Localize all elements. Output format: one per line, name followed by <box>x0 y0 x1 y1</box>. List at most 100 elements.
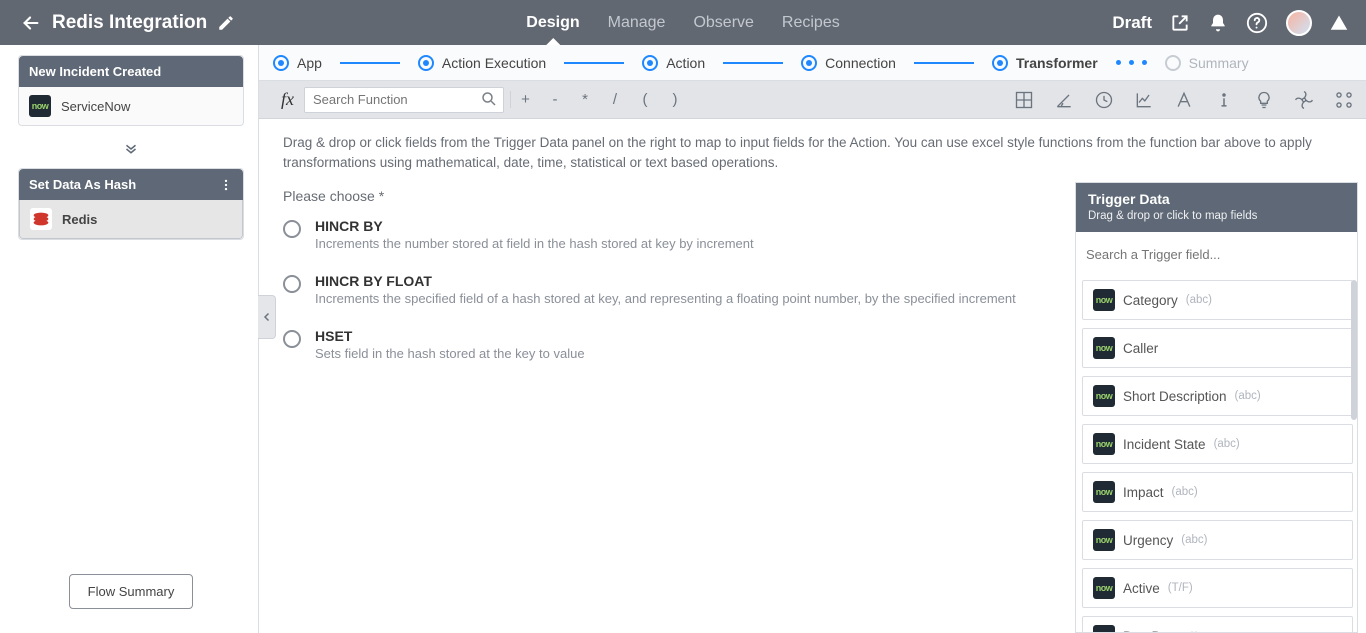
flow-card-title-trigger: New Incident Created <box>29 64 161 79</box>
flow-card-item-redis[interactable]: Redis <box>19 200 243 239</box>
trigger-field-impact[interactable]: now Impact (abc) <box>1082 472 1353 512</box>
flow-title: Redis Integration <box>52 12 207 34</box>
text-font-icon[interactable] <box>1174 90 1194 110</box>
trigger-search-input[interactable] <box>1086 240 1347 268</box>
servicenow-badge-icon: now <box>29 95 51 117</box>
step-connector <box>340 62 400 64</box>
trigger-field-caller[interactable]: now Caller <box>1082 328 1353 368</box>
function-category-icons <box>1014 90 1354 110</box>
option-title: HINCR BY FLOAT <box>315 273 1016 289</box>
help-icon[interactable] <box>1246 12 1268 34</box>
fx-icon: fx <box>271 89 304 110</box>
arrow-left-icon <box>20 12 42 34</box>
option-desc: Increments the specified field of a hash… <box>315 291 1016 306</box>
top-nav-tabs: Design Manage Observe Recipes <box>526 0 839 45</box>
trigger-field-list[interactable]: now Category (abc) now Caller now Short … <box>1076 276 1357 632</box>
flow-card-trigger[interactable]: New Incident Created now ServiceNow <box>18 55 244 126</box>
trigger-field-incident-state[interactable]: now Incident State (abc) <box>1082 424 1353 464</box>
trigger-field-active[interactable]: now Active (T/F) <box>1082 568 1353 608</box>
step-action-execution[interactable]: Action Execution <box>418 55 546 71</box>
clock-icon[interactable] <box>1094 90 1114 110</box>
step-app[interactable]: App <box>273 55 322 71</box>
trigger-field-label: Impact <box>1123 485 1164 500</box>
open-external-icon[interactable] <box>1170 13 1190 33</box>
math-grid-icon[interactable] <box>1014 90 1034 110</box>
option-hincr-by-float[interactable]: HINCR BY FLOAT Increments the specified … <box>283 273 1051 306</box>
tab-recipes-label: Recipes <box>782 14 840 32</box>
tab-recipes[interactable]: Recipes <box>782 0 840 45</box>
tab-manage[interactable]: Manage <box>608 0 666 45</box>
trigger-data-header: Trigger Data Drag & drop or click to map… <box>1076 183 1357 232</box>
radio-hset[interactable] <box>283 330 301 348</box>
trigger-field-type: (abc) <box>1214 438 1240 450</box>
trigger-field-label: Short Description <box>1123 389 1227 404</box>
trigger-field-urgency[interactable]: now Urgency (abc) <box>1082 520 1353 560</box>
chevron-left-icon <box>261 310 273 324</box>
topbar-right: Draft <box>1112 0 1366 45</box>
scrollbar[interactable] <box>1351 280 1357 420</box>
light-bulb-icon[interactable] <box>1254 90 1274 110</box>
trigger-field-due-date[interactable]: now Due Date <box>1082 616 1353 632</box>
op-minus[interactable]: - <box>540 91 570 108</box>
step-ring-icon <box>418 55 434 71</box>
option-hset[interactable]: HSET Sets field in the hash stored at th… <box>283 328 1051 361</box>
step-action[interactable]: Action <box>642 55 705 71</box>
trigger-field-category[interactable]: now Category (abc) <box>1082 280 1353 320</box>
topbar: Redis Integration Design Manage Observe … <box>0 0 1366 45</box>
step-connection[interactable]: Connection <box>801 55 896 71</box>
option-text: HINCR BY Increments the number stored at… <box>315 218 754 251</box>
bell-icon[interactable] <box>1208 13 1228 33</box>
servicenow-badge-icon: now <box>1093 433 1115 455</box>
option-hincr-by[interactable]: HINCR BY Increments the number stored at… <box>283 218 1051 251</box>
step-transformer[interactable]: Transformer <box>992 55 1098 71</box>
warning-icon[interactable] <box>1330 14 1348 32</box>
option-text: HSET Sets field in the hash stored at th… <box>315 328 585 361</box>
servicenow-badge-icon: now <box>1093 289 1115 311</box>
main-panel: App Action Execution Action Connection T… <box>258 45 1366 633</box>
op-divide[interactable]: / <box>600 91 630 108</box>
trigger-field-label: Urgency <box>1123 533 1173 548</box>
avatar[interactable] <box>1286 10 1312 36</box>
flow-card-title-action: Set Data As Hash <box>29 177 136 192</box>
angle-icon[interactable] <box>1054 90 1074 110</box>
flow-card-header-trigger: New Incident Created <box>19 56 243 87</box>
flow-card-action[interactable]: Set Data As Hash Redis <box>18 168 244 240</box>
radio-hincr-by[interactable] <box>283 220 301 238</box>
op-plus[interactable]: + <box>510 91 540 108</box>
step-summary-label: Summary <box>1189 55 1249 71</box>
trigger-field-type: (abc) <box>1172 486 1198 498</box>
nodes-icon[interactable] <box>1334 90 1354 110</box>
info-icon[interactable] <box>1214 90 1234 110</box>
edit-title-button[interactable] <box>217 14 235 32</box>
step-ring-icon <box>801 55 817 71</box>
function-bar: fx + - * / ( ) <box>259 81 1366 119</box>
tab-design[interactable]: Design <box>526 0 579 45</box>
radio-hincr-by-float[interactable] <box>283 275 301 293</box>
option-text: HINCR BY FLOAT Increments the specified … <box>315 273 1016 306</box>
flow-card-item-servicenow-label: ServiceNow <box>61 99 130 114</box>
flow-card-item-servicenow[interactable]: now ServiceNow <box>19 87 243 125</box>
flow-card-item-redis-label: Redis <box>62 212 97 227</box>
trigger-field-type: (T/F) <box>1168 582 1193 594</box>
step-action-execution-label: Action Execution <box>442 55 546 71</box>
trigger-field-short-description[interactable]: now Short Description (abc) <box>1082 376 1353 416</box>
back-button[interactable] <box>20 12 42 34</box>
servicenow-badge-icon: now <box>1093 529 1115 551</box>
trigger-field-label: Caller <box>1123 341 1158 356</box>
work-row: Please choose * HINCR BY Increments the … <box>259 182 1366 633</box>
op-multiply[interactable]: * <box>570 91 600 108</box>
servicenow-badge-icon: now <box>1093 625 1115 632</box>
sidebar-collapse-handle[interactable] <box>258 295 276 339</box>
chevron-connector-icon <box>18 140 244 158</box>
step-connector <box>564 62 624 64</box>
op-rparen[interactable]: ) <box>660 91 690 108</box>
op-lparen[interactable]: ( <box>630 91 660 108</box>
chart-line-icon[interactable] <box>1134 90 1154 110</box>
function-search-input[interactable] <box>304 87 504 113</box>
function-search <box>304 87 504 113</box>
flow-summary-button[interactable]: Flow Summary <box>69 574 194 609</box>
fan-icon[interactable] <box>1294 90 1314 110</box>
tab-manage-label: Manage <box>608 14 666 32</box>
more-vertical-icon[interactable] <box>219 178 233 192</box>
tab-observe[interactable]: Observe <box>693 0 753 45</box>
